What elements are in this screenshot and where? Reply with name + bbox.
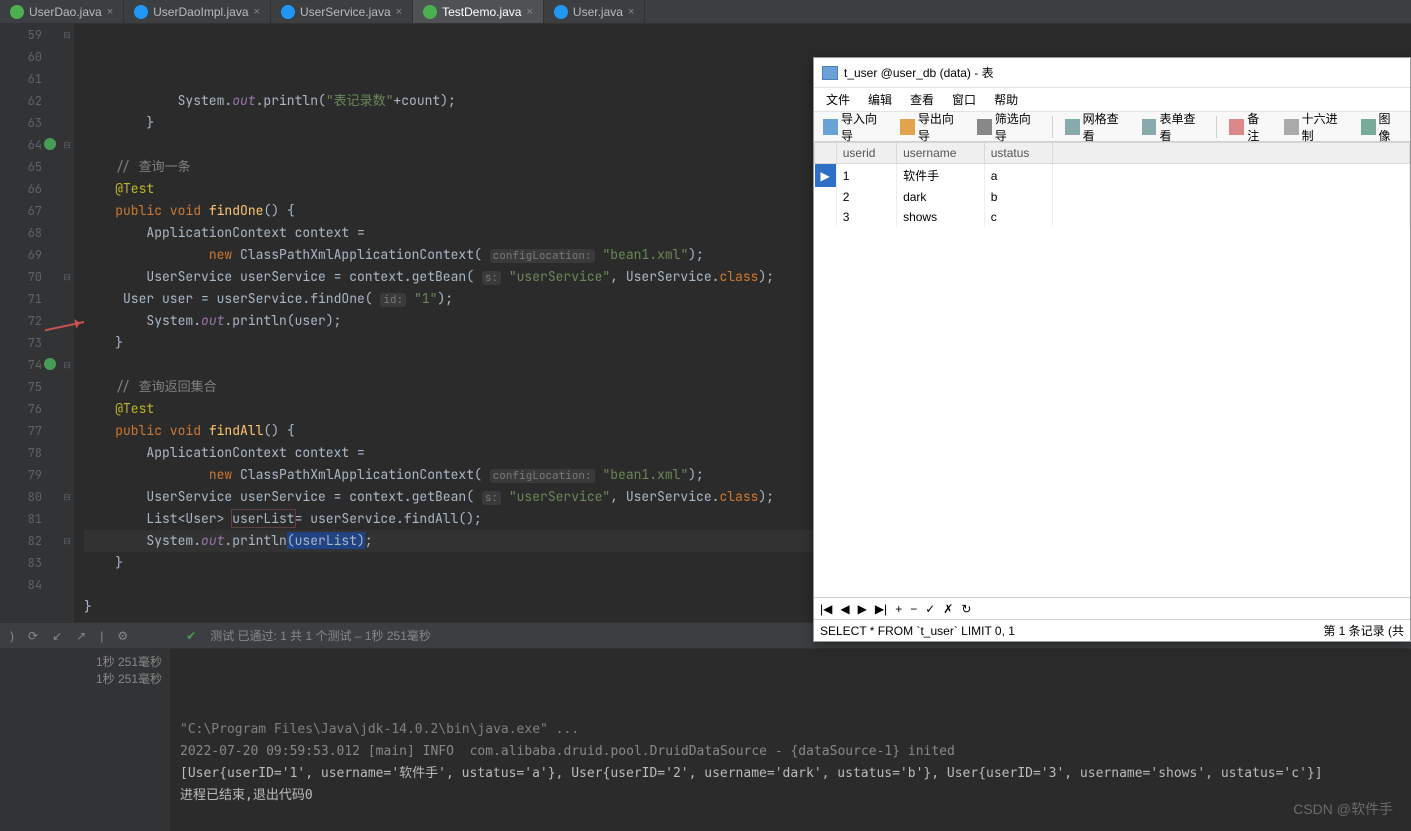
- menu-file[interactable]: 文件: [826, 91, 850, 108]
- tab-label: User.java: [573, 5, 623, 19]
- separator: [1216, 116, 1217, 138]
- filter-wizard-button[interactable]: 筛选向导: [972, 108, 1045, 146]
- java-icon: [281, 5, 295, 19]
- menu-window[interactable]: 窗口: [952, 91, 976, 108]
- import-wizard-button[interactable]: 导入向导: [818, 108, 891, 146]
- java-icon: [423, 5, 437, 19]
- image-icon: [1361, 119, 1376, 135]
- nav-button[interactable]: −: [910, 602, 917, 616]
- db-record-nav: |◀ ◀ ▶ ▶| +−✓ ✗ ↻: [814, 597, 1410, 619]
- watermark: CSDN @软件手: [1293, 799, 1393, 819]
- import-icon: [823, 119, 838, 135]
- notes-button[interactable]: 备注: [1224, 108, 1274, 146]
- row-pointer-header: [815, 143, 837, 164]
- db-data-grid[interactable]: userid username ustatus ▶1软件手a2darkb3sho…: [814, 142, 1410, 597]
- col-ustatus[interactable]: ustatus: [984, 143, 1052, 164]
- db-client-window[interactable]: t_user @user_db (data) - 表 文件 编辑 查看 窗口 帮…: [813, 57, 1411, 642]
- table-icon: [822, 66, 838, 80]
- table-row[interactable]: 3showsc: [815, 207, 1410, 227]
- line-gutter: 5960616263646566676869707172737475767778…: [0, 24, 60, 622]
- test-duration: 1秒 251毫秒: [8, 670, 162, 687]
- db-window-title: t_user @user_db (data) - 表: [844, 64, 994, 81]
- menu-help[interactable]: 帮助: [994, 91, 1018, 108]
- nav-button[interactable]: +: [895, 602, 902, 616]
- col-userid[interactable]: userid: [836, 143, 896, 164]
- table-row[interactable]: ▶1软件手a: [815, 164, 1410, 188]
- java-icon: [554, 5, 568, 19]
- close-icon[interactable]: ×: [107, 6, 113, 18]
- db-toolbar: 导入向导 导出向导 筛选向导 网格查看 表单查看 备注 十六进制 图像: [814, 112, 1410, 142]
- db-sql-text: SELECT * FROM `t_user` LIMIT 0, 1: [820, 624, 1015, 638]
- tab-label: UserDao.java: [29, 5, 102, 19]
- nav-button[interactable]: ↻: [961, 602, 971, 616]
- close-icon[interactable]: ×: [526, 6, 532, 18]
- export-wizard-button[interactable]: 导出向导: [895, 108, 968, 146]
- hex-icon: [1284, 119, 1299, 135]
- rerun-icon[interactable]: ⟳: [28, 629, 38, 643]
- menu-edit[interactable]: 编辑: [868, 91, 892, 108]
- col-username[interactable]: username: [897, 143, 985, 164]
- nav-button[interactable]: ◀: [840, 602, 849, 616]
- menu-view[interactable]: 查看: [910, 91, 934, 108]
- console-tree[interactable]: 1秒 251毫秒 1秒 251毫秒: [0, 649, 170, 831]
- close-icon[interactable]: ×: [396, 6, 402, 18]
- form-view-button[interactable]: 表单查看: [1137, 108, 1210, 146]
- toolbar-icon[interactable]: ↙: [52, 629, 62, 643]
- nav-button[interactable]: ✓: [925, 602, 935, 616]
- db-record-status: 第 1 条记录 (共: [1323, 622, 1404, 639]
- close-icon[interactable]: ×: [254, 6, 260, 18]
- java-icon: [134, 5, 148, 19]
- table-row[interactable]: 2darkb: [815, 187, 1410, 207]
- grid-view-button[interactable]: 网格查看: [1060, 108, 1133, 146]
- col-spacer: [1053, 143, 1410, 164]
- nav-button[interactable]: |◀: [820, 602, 832, 616]
- form-icon: [1142, 119, 1157, 135]
- separator: [1052, 116, 1053, 138]
- db-window-title-bar[interactable]: t_user @user_db (data) - 表: [814, 58, 1410, 88]
- tab-label: UserDaoImpl.java: [153, 5, 248, 19]
- hex-button[interactable]: 十六进制: [1279, 108, 1352, 146]
- tab-label: TestDemo.java: [442, 5, 521, 19]
- editor-tabs: UserDao.java × UserDaoImpl.java × UserSe…: [0, 0, 1411, 24]
- tab-userservice[interactable]: UserService.java ×: [271, 0, 413, 23]
- grid-icon: [1065, 119, 1080, 135]
- nav-button[interactable]: ▶: [858, 602, 867, 616]
- tab-label: UserService.java: [300, 5, 391, 19]
- close-icon[interactable]: ×: [628, 6, 634, 18]
- image-button[interactable]: 图像: [1356, 108, 1406, 146]
- tab-user[interactable]: User.java ×: [544, 0, 645, 23]
- nav-button[interactable]: ✗: [943, 602, 953, 616]
- java-icon: [10, 5, 24, 19]
- tab-userdaoimpl[interactable]: UserDaoImpl.java ×: [124, 0, 271, 23]
- run-console: 1秒 251毫秒 1秒 251毫秒 "C:\Program Files\Java…: [0, 648, 1411, 831]
- tab-testdemo[interactable]: TestDemo.java ×: [413, 0, 544, 23]
- db-status-bar: SELECT * FROM `t_user` LIMIT 0, 1 第 1 条记…: [814, 619, 1410, 641]
- toolbar-icon[interactable]: ): [10, 629, 14, 643]
- nav-button[interactable]: ▶|: [875, 602, 887, 616]
- export-icon: [900, 119, 915, 135]
- filter-icon: [977, 119, 992, 135]
- console-output[interactable]: "C:\Program Files\Java\jdk-14.0.2\bin\ja…: [170, 649, 1411, 831]
- tab-userdao[interactable]: UserDao.java ×: [0, 0, 124, 23]
- notes-icon: [1229, 119, 1244, 135]
